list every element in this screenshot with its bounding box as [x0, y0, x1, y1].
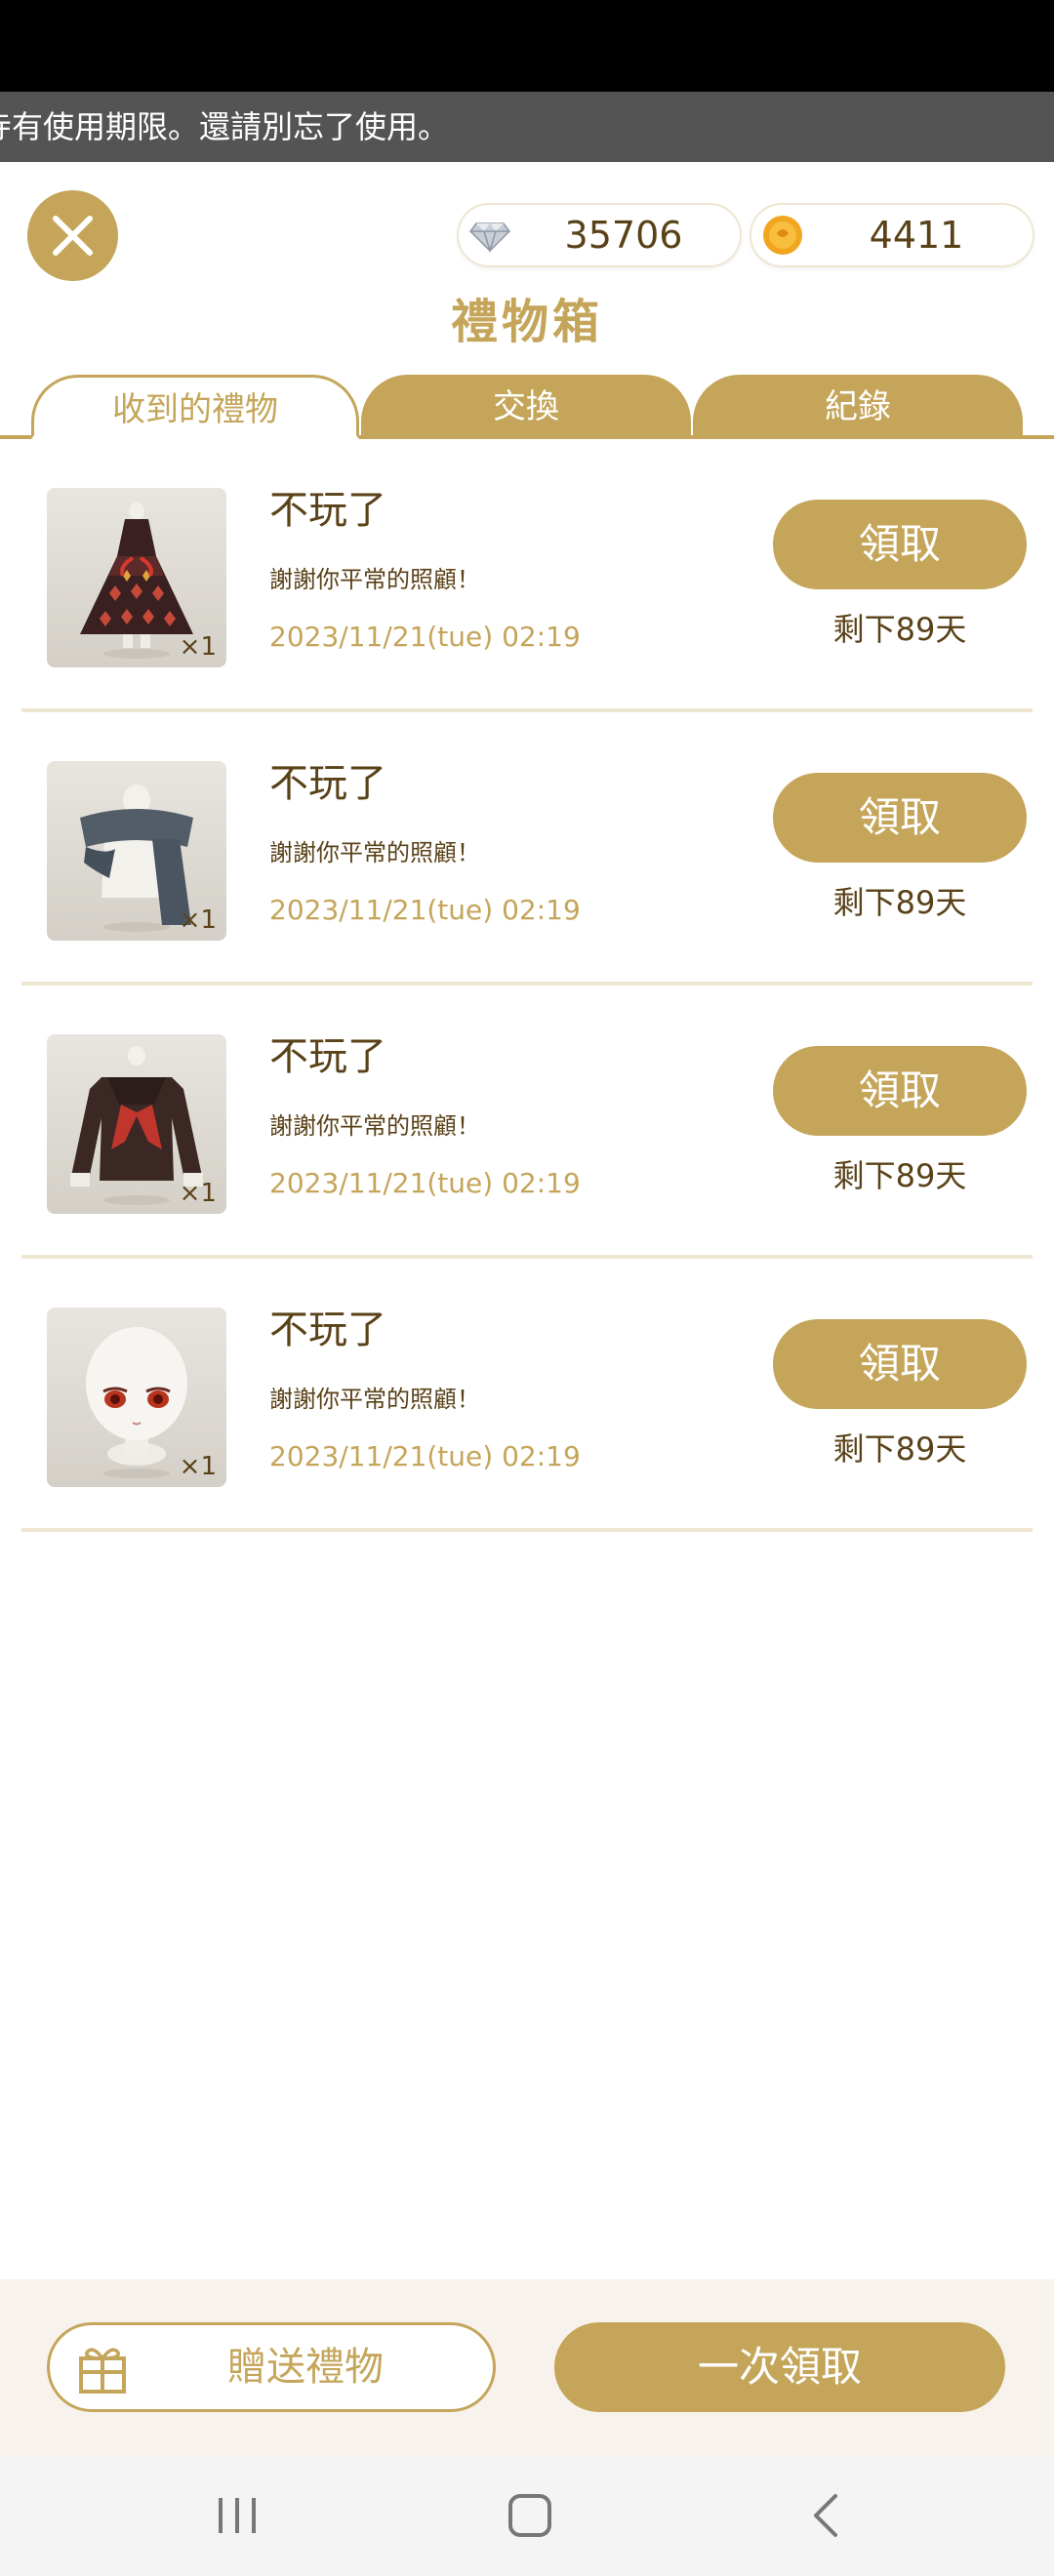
claim-button[interactable]: 領取 — [773, 500, 1027, 589]
gift-item-thumbnail: ×1 — [47, 761, 226, 941]
gift-row: ×1 不玩了 謝謝你平常的照顧！ 2023/11/21(tue) 02:19 領… — [21, 439, 1033, 712]
coin-value: 4411 — [869, 214, 964, 257]
gift-row: ×1 不玩了 謝謝你平常的照顧！ 2023/11/21(tue) 02:19 領… — [21, 712, 1033, 986]
notice-text: 寺有使用期限。還請別忘了使用。 — [0, 108, 450, 145]
row-divider — [21, 1528, 1033, 1532]
send-gift-label: 贈送禮物 — [227, 2345, 384, 2390]
back-button[interactable] — [792, 2484, 861, 2547]
home-icon — [508, 2494, 551, 2537]
home-button[interactable] — [496, 2484, 564, 2547]
gift-quantity: ×1 — [179, 1179, 217, 1208]
gift-date: 2023/11/21(tue) 02:19 — [269, 894, 581, 926]
notice-marquee: 寺有使用期限。還請別忘了使用。 — [0, 92, 1054, 162]
claim-button[interactable]: 領取 — [773, 1319, 1027, 1409]
gift-row: ×1 不玩了 謝謝你平常的照顧！ 2023/11/21(tue) 02:19 領… — [21, 986, 1033, 1259]
status-bar — [0, 0, 1054, 92]
gift-quantity: ×1 — [179, 632, 217, 662]
gift-item-thumbnail: ×1 — [47, 1034, 226, 1214]
tab-exchange[interactable]: 交換 — [361, 375, 691, 439]
gift-row: ×1 不玩了 謝謝你平常的照顧！ 2023/11/21(tue) 02:19 領… — [21, 1259, 1033, 1532]
send-gift-button[interactable]: 贈送禮物 — [47, 2322, 496, 2412]
gift-item-thumbnail: ×1 — [47, 1308, 226, 1487]
recents-icon — [219, 2498, 256, 2533]
tab-records[interactable]: 紀錄 — [693, 375, 1023, 439]
page-title: 禮物箱 — [450, 295, 603, 349]
gift-sender: 不玩了 — [269, 1308, 386, 1352]
gift-quantity: ×1 — [179, 1452, 217, 1481]
back-icon — [814, 2494, 837, 2537]
tab-received-gifts[interactable]: 收到的禮物 — [31, 375, 359, 439]
gift-date: 2023/11/21(tue) 02:19 — [269, 1440, 581, 1472]
close-icon — [53, 216, 93, 256]
days-remaining: 剩下89天 — [832, 1430, 967, 1468]
gift-icon — [79, 2348, 126, 2394]
claim-button[interactable]: 領取 — [773, 773, 1027, 863]
coin-balance[interactable]: 4411 — [751, 205, 1033, 265]
gift-sender: 不玩了 — [269, 488, 386, 533]
coin-icon — [763, 216, 802, 255]
recents-button[interactable] — [203, 2484, 271, 2547]
system-navigation-bar — [0, 2457, 1054, 2576]
diamond-icon — [469, 222, 510, 254]
close-button[interactable] — [27, 190, 118, 281]
gift-sender: 不玩了 — [269, 761, 386, 806]
claim-all-button[interactable]: 一次領取 — [554, 2322, 1005, 2412]
days-remaining: 剩下89天 — [832, 1157, 967, 1194]
claim-button[interactable]: 領取 — [773, 1046, 1027, 1136]
gift-sender: 不玩了 — [269, 1034, 386, 1079]
gift-quantity: ×1 — [179, 906, 217, 935]
days-remaining: 剩下89天 — [832, 884, 967, 921]
gift-message: 謝謝你平常的照顧！ — [269, 1386, 480, 1413]
diamond-value: 35706 — [564, 214, 683, 257]
days-remaining: 剩下89天 — [832, 611, 967, 648]
gift-date: 2023/11/21(tue) 02:19 — [269, 1167, 581, 1199]
gift-message: 謝謝你平常的照顧！ — [269, 1112, 480, 1140]
gift-message: 謝謝你平常的照顧！ — [269, 839, 480, 866]
diamond-balance[interactable]: 35706 — [459, 205, 740, 265]
gift-message: 謝謝你平常的照顧！ — [269, 566, 480, 593]
gift-item-thumbnail: ×1 — [47, 488, 226, 667]
gift-date: 2023/11/21(tue) 02:19 — [269, 621, 581, 653]
